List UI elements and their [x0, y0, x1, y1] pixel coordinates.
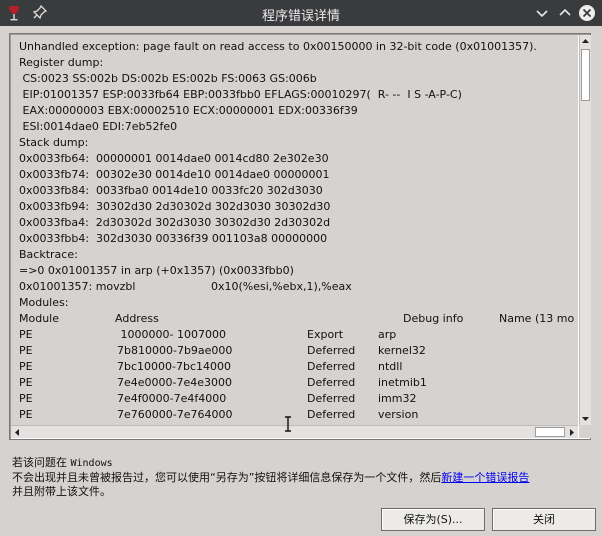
- module-name: ntdll: [378, 360, 403, 373]
- horizontal-scroll-thumb[interactable]: [535, 427, 565, 437]
- module-name: version: [378, 408, 419, 421]
- report-line: EIP:01001357 ESP:0033fb64 EBP:0033fbb0 E…: [19, 88, 462, 101]
- module-row: PE 7e760000-7e764000 Deferred version: [19, 407, 578, 423]
- header-name: Name (13 mo: [499, 312, 575, 325]
- module-row: PE 7e4f0000-7e4f4000 Deferred imm32: [19, 391, 578, 407]
- module-debug: Deferred: [307, 344, 356, 357]
- close-icon[interactable]: [578, 4, 596, 22]
- report-line: Unhandled exception: page fault on read …: [19, 40, 537, 53]
- title-bar: 程序错误详情: [0, 0, 602, 26]
- instructions-app-name: Windows: [70, 458, 113, 469]
- scrollbar-corner: [579, 425, 591, 438]
- report-line: Stack dump:: [19, 136, 89, 149]
- disasm-operands: 0x10(%esi,%ebx,1),%eax: [211, 280, 352, 293]
- disassembly-line: 0x01001357: movzbl 0x10(%esi,%ebx,1),%ea…: [19, 279, 578, 295]
- window-title: 程序错误详情: [261, 9, 340, 24]
- minimize-chevron-icon[interactable]: [533, 4, 551, 22]
- module-address: 7e4e0000-7e4e3000: [117, 376, 233, 389]
- vertical-scroll-thumb[interactable]: [581, 49, 590, 101]
- instructions-line-2: 不会出现并且未曾被报告过，您可以使用“另存为”按钮将详细信息保存为一个文件，然后…: [12, 471, 529, 485]
- module-address: 1000000- 1007000: [117, 328, 226, 341]
- report-line: Backtrace:: [19, 248, 78, 261]
- module-address: 7b810000-7b9ae000: [117, 344, 233, 357]
- report-line: ESI:0014dae0 EDI:7eb52fe0: [19, 120, 178, 133]
- module-type: PE: [19, 360, 33, 373]
- module-debug: Deferred: [307, 408, 356, 421]
- new-bug-report-link[interactable]: 新建一个错误报告: [441, 471, 529, 484]
- instructions-text: 不会出现并且未曾被报告过，您可以使用“另存为”按钮将详细信息保存为一个文件，然后: [12, 471, 442, 484]
- report-line: 0x0033fb94: 30302d30 2d30302d 302d3030 3…: [19, 200, 331, 213]
- save-as-button[interactable]: 保存为(S)...: [381, 508, 485, 531]
- close-button[interactable]: 关闭: [492, 508, 596, 531]
- module-address: 7bc10000-7bc14000: [117, 360, 232, 373]
- crash-report-text[interactable]: Unhandled exception: page fault on read …: [11, 35, 578, 425]
- scroll-up-arrow-icon[interactable]: [580, 35, 591, 47]
- module-row: PE 7e4e0000-7e4e3000 Deferred inetmib1: [19, 375, 578, 391]
- module-address: 7e760000-7e764000: [117, 408, 233, 421]
- vertical-scrollbar[interactable]: [579, 35, 591, 425]
- module-type: PE: [19, 392, 33, 405]
- text-cursor-icon: [285, 416, 291, 432]
- scroll-left-arrow-icon[interactable]: [11, 427, 23, 438]
- module-type: PE: [19, 344, 33, 357]
- report-line: 0x0033fba4: 2d30302d 302d3030 30302d30 2…: [19, 216, 331, 229]
- report-line: CS:0023 SS:002b DS:002b ES:002b FS:0063 …: [19, 72, 317, 85]
- module-debug: Deferred: [307, 392, 356, 405]
- instructions-line-1: 若该问题在 Windows: [12, 456, 529, 471]
- module-debug: Export: [307, 328, 344, 341]
- module-row: PE 7bc10000-7bc14000 Deferred ntdll: [19, 359, 578, 375]
- header-debug-info: Debug info: [403, 312, 464, 325]
- report-line: 0x0033fbb4: 302d3030 00336f39 001103a8 0…: [19, 232, 328, 245]
- horizontal-scrollbar[interactable]: [11, 425, 578, 438]
- report-line: =>0 0x01001357 in arp (+0x1357) (0x0033f…: [19, 264, 294, 277]
- report-line: 0x0033fb64: 00000001 0014dae0 0014cd80 2…: [19, 152, 329, 165]
- module-name: kernel32: [378, 344, 426, 357]
- module-name: inetmib1: [378, 376, 427, 389]
- module-debug: Deferred: [307, 376, 356, 389]
- report-line: 0x0033fb84: 0033fba0 0014de10 0033fc20 3…: [19, 184, 323, 197]
- scroll-down-arrow-icon[interactable]: [580, 413, 591, 425]
- instructions-line-3: 并且附带上该文件。: [12, 485, 111, 498]
- module-type: PE: [19, 328, 33, 341]
- scroll-right-arrow-icon[interactable]: [566, 427, 578, 438]
- module-row: PE 7b810000-7b9ae000 Deferred kernel32: [19, 343, 578, 359]
- module-type: PE: [19, 376, 33, 389]
- report-line: 0x0033fb74: 00302e30 0014de10 0014dae0 0…: [19, 168, 330, 181]
- modules-label: Modules:: [19, 296, 69, 309]
- report-line: EAX:00000003 EBX:00002510 ECX:00000001 E…: [19, 104, 358, 117]
- module-table-header: Module Address Debug info Name (13 mo: [19, 311, 578, 327]
- module-name: arp: [378, 328, 397, 341]
- module-name: imm32: [378, 392, 417, 405]
- report-lines: Unhandled exception: page fault on read …: [19, 39, 578, 279]
- report-instructions: 若该问题在 Windows 不会出现并且未曾被报告过，您可以使用“另存为”按钮将…: [12, 456, 529, 499]
- disasm-address: 0x01001357: movzbl: [19, 280, 136, 293]
- module-type: PE: [19, 408, 33, 421]
- module-address: 7e4f0000-7e4f4000: [117, 392, 227, 405]
- report-line: Register dump:: [19, 56, 104, 69]
- module-debug: Deferred: [307, 360, 356, 373]
- header-address: Address: [115, 312, 159, 325]
- module-row: PE 1000000- 1007000 Export arp: [19, 327, 578, 343]
- crash-report-panel[interactable]: Unhandled exception: page fault on read …: [9, 33, 591, 440]
- instructions-prefix: 若该问题在: [12, 456, 67, 469]
- maximize-chevron-icon[interactable]: [556, 4, 574, 22]
- header-module: Module: [19, 312, 59, 325]
